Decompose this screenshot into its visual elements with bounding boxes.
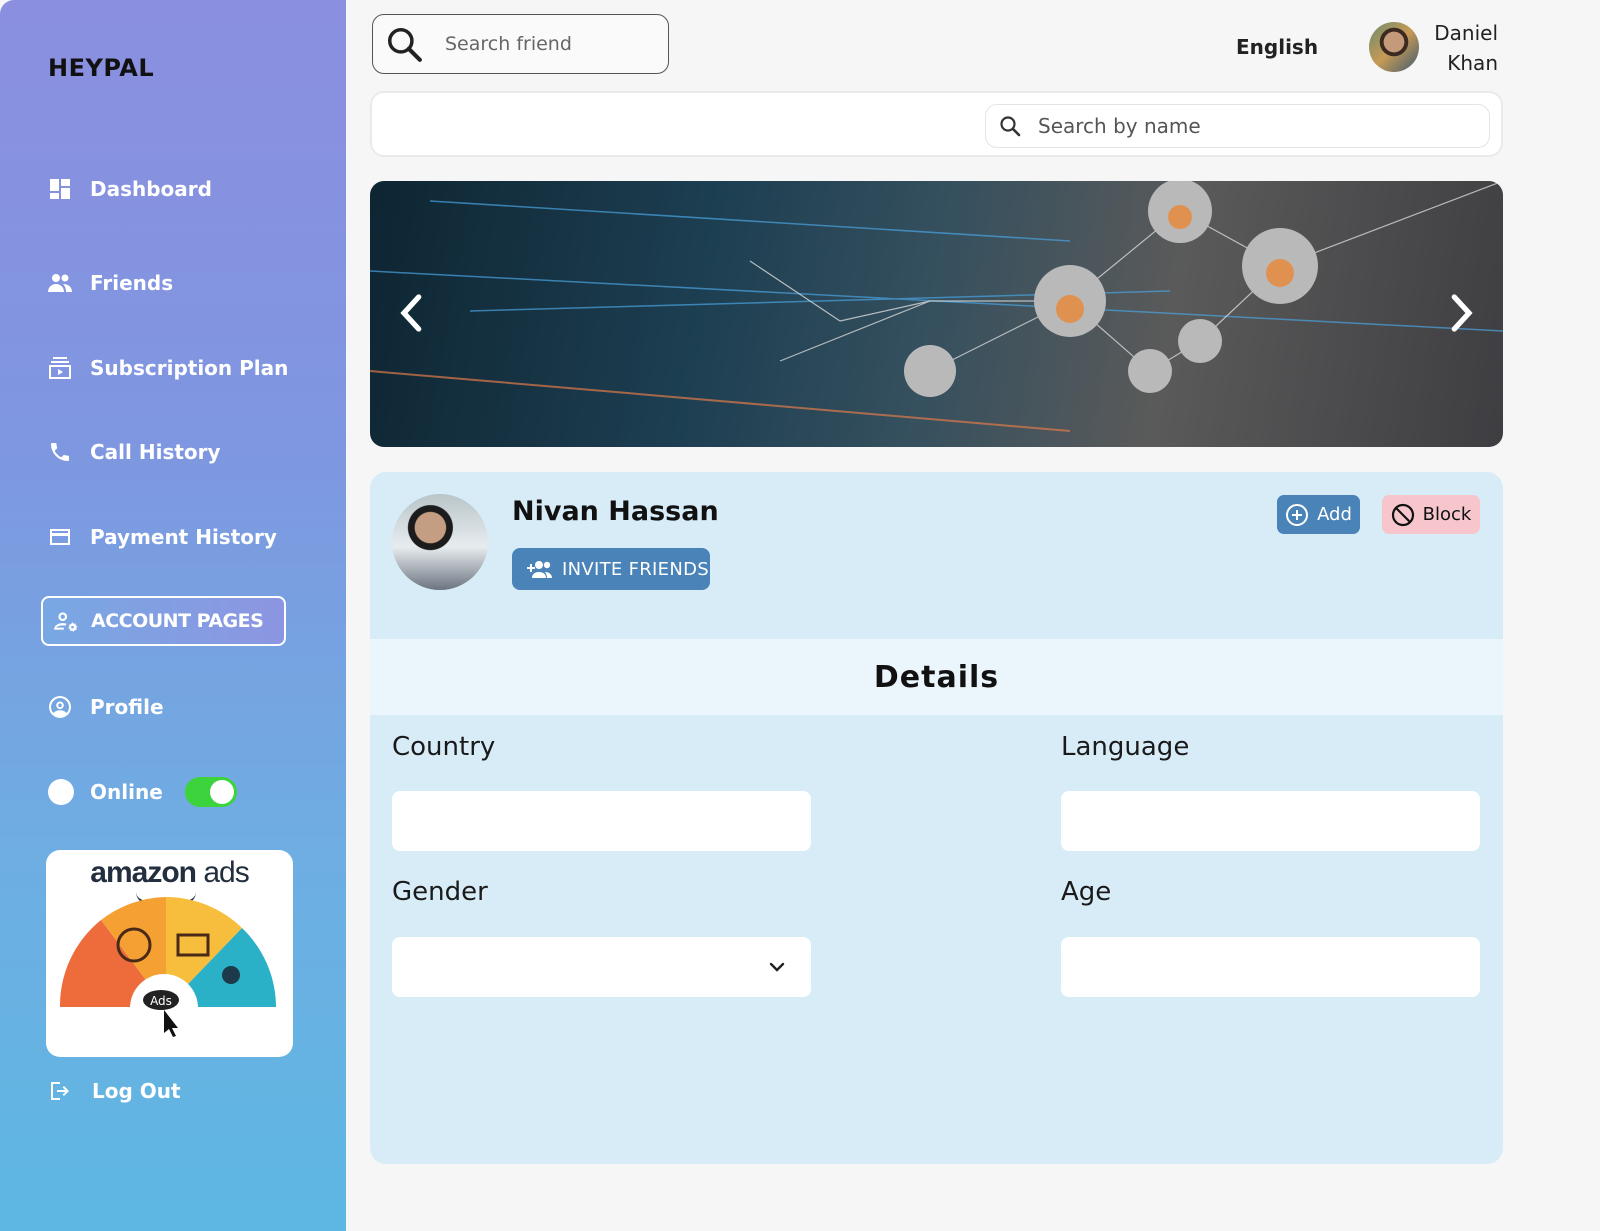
friends-icon	[48, 274, 72, 292]
plus-circle-icon	[1286, 503, 1309, 526]
name-search-box[interactable]	[985, 104, 1490, 148]
gender-label: Gender	[392, 877, 488, 907]
name-search-input[interactable]	[1038, 114, 1458, 138]
profile-name: Nivan Hassan	[512, 496, 719, 527]
sidebar-item-label: Profile	[90, 695, 164, 719]
age-label: Age	[1061, 877, 1112, 907]
block-icon	[1391, 503, 1414, 526]
sidebar-item-friends[interactable]: Friends	[48, 268, 173, 298]
chevron-down-icon	[769, 962, 785, 972]
sidebar-item-label: Call History	[90, 440, 221, 464]
logout-icon	[51, 1082, 69, 1100]
user-last-name: Khan	[1447, 51, 1498, 75]
chevron-left-icon	[400, 294, 422, 332]
logout-button[interactable]: Log Out	[48, 1079, 181, 1103]
phone-icon	[51, 443, 69, 461]
sidebar-item-label: Subscription Plan	[90, 356, 289, 380]
language-selector[interactable]: English	[1236, 35, 1318, 59]
carousel-next-button[interactable]	[1439, 285, 1483, 341]
sidebar-item-label: Friends	[90, 271, 174, 295]
language-field[interactable]	[1061, 791, 1480, 851]
profile-avatar	[392, 494, 488, 590]
logout-label: Log Out	[92, 1079, 181, 1103]
add-group-icon	[527, 561, 552, 578]
user-name[interactable]: Daniel Khan	[1420, 18, 1498, 78]
sidebar-item-dashboard[interactable]: Dashboard	[48, 174, 212, 204]
details-heading: Details	[370, 639, 1503, 715]
user-first-name: Daniel	[1434, 21, 1498, 45]
online-status: Online	[48, 777, 237, 807]
account-icon	[54, 612, 78, 632]
ads-gauge-illustration: Ads	[59, 897, 276, 1042]
sidebar-item-call-history[interactable]: Call History	[48, 437, 221, 467]
sidebar-item-label: Dashboard	[90, 177, 212, 201]
toggle-knob	[209, 780, 234, 804]
search-icon	[388, 28, 422, 62]
friend-search-box[interactable]	[372, 14, 669, 74]
sidebar-item-payment-history[interactable]: Payment History	[48, 522, 277, 552]
sidebar: HEYPAL Dashboard Friends Subscription Pl…	[0, 0, 346, 1231]
online-label: Online	[90, 780, 163, 804]
age-field[interactable]	[1061, 937, 1480, 997]
sidebar-item-subscription-plan[interactable]: Subscription Plan	[48, 353, 288, 383]
invite-friends-button[interactable]: INVITE FRIENDS	[512, 548, 710, 590]
online-toggle[interactable]	[184, 777, 237, 807]
block-label: Block	[1422, 504, 1472, 525]
amazon-ads-card[interactable]: amazon ads Ads	[46, 850, 293, 1057]
invite-friends-label: INVITE FRIENDS	[562, 558, 709, 580]
sidebar-item-label: Payment History	[90, 525, 277, 549]
add-label: Add	[1317, 504, 1352, 525]
sidebar-item-account-pages[interactable]: ACCOUNT PAGES	[41, 596, 286, 646]
sidebar-item-label: ACCOUNT PAGES	[91, 610, 264, 632]
subscription-icon	[49, 357, 71, 379]
credit-card-icon	[50, 529, 70, 545]
brand-logo: HEYPAL	[48, 54, 155, 82]
profile-card: Nivan Hassan INVITE FRIENDS Add Block De…	[370, 472, 1503, 1164]
ads-badge-text: Ads	[150, 994, 172, 1008]
add-friend-button[interactable]: Add	[1277, 495, 1360, 534]
gender-select[interactable]	[392, 937, 811, 997]
country-field[interactable]	[392, 791, 811, 851]
carousel-prev-button[interactable]	[390, 285, 434, 341]
dashboard-icon	[50, 179, 70, 199]
language-label: Language	[1061, 732, 1190, 762]
hero-banner	[370, 181, 1503, 447]
profile-icon	[49, 696, 71, 718]
chevron-right-icon	[1451, 294, 1473, 332]
sidebar-item-profile[interactable]: Profile	[48, 692, 164, 722]
search-icon	[1000, 116, 1021, 137]
user-avatar[interactable]	[1369, 22, 1419, 72]
network-illustration	[370, 181, 1503, 432]
country-label: Country	[392, 732, 496, 762]
status-dot	[48, 779, 74, 805]
friend-search-input[interactable]	[445, 33, 645, 55]
block-user-button[interactable]: Block	[1382, 495, 1480, 534]
